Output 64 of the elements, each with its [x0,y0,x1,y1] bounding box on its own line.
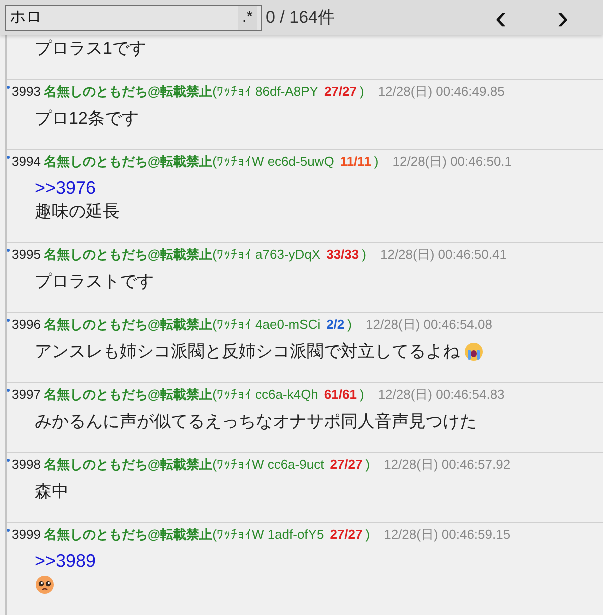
reply-anchor-link[interactable]: >>3976 [35,178,96,198]
poster-name: 名無しのともだち@転載禁止 [44,386,213,404]
poster-id[interactable]: (ﾜｯﾁｮｲ 86df-A8PY [212,82,318,102]
id-close-paren: ) [360,83,364,102]
post-body-text: プロラス1です [35,38,146,60]
post-body-text: プロ12条です [35,108,139,130]
post-count: 27/27 [330,526,363,544]
post-count: 27/27 [330,456,363,474]
post-bullet-icon [7,156,10,159]
post-date: 12/28(日) 00:46:49.85 [378,83,505,102]
post-date: 12/28(日) 00:46:54.83 [378,386,505,404]
post-count: 27/27 [324,83,357,102]
id-close-paren: ) [360,386,364,404]
poster-id[interactable]: (ﾜｯﾁｮｲ cc6a-k4Qh [212,385,318,405]
post-date: 12/28(日) 00:46:57.92 [384,456,511,474]
post-bullet-icon [7,389,10,392]
post-number[interactable]: 3994 [12,152,41,172]
poster-id[interactable]: (ﾜｯﾁｮｲW cc6a-9uct [212,455,324,475]
next-result-button[interactable]: › [545,2,581,32]
post-bullet-icon [7,86,10,89]
pleading-face-icon [35,575,55,595]
post-date: 12/28(日) 00:46:54.08 [366,316,492,334]
poster-id[interactable]: (ﾜｯﾁｮｲ 4ae0-mSCi [212,315,321,335]
poster-name: 名無しのともだち@転載禁止 [44,526,213,544]
post-bullet-icon [7,459,10,462]
id-close-paren: ) [366,456,370,474]
poster-id[interactable]: (ﾜｯﾁｮｲW ec6d-5uwQ [212,152,334,172]
post-body-text: アンスレも姉シコ派閥と反姉シコ派閥で対立してるよね [35,341,460,363]
post-date: 12/28(日) 00:46:59.15 [384,526,511,544]
poster-name: 名無しのともだち@転載禁止 [44,316,213,334]
previous-result-button[interactable]: ‹ [483,2,519,32]
post-count: 61/61 [324,386,357,404]
id-close-paren: ) [362,246,366,264]
poster-name: 名無しのともだち@転載禁止 [44,246,213,264]
post-bullet-icon [7,249,10,252]
post-number[interactable]: 3998 [12,455,41,475]
post-number[interactable]: 3993 [12,82,41,102]
poster-name: 名無しのともだち@転載禁止 [44,456,213,474]
poster-id[interactable]: (ﾜｯﾁｮｲW 1adf-ofY5 [212,525,324,545]
post-number[interactable]: 3997 [12,385,41,405]
search-field[interactable]: ホロ .* [5,4,262,30]
regex-toggle[interactable]: .* [238,6,257,30]
post-count: 2/2 [326,316,345,334]
id-close-paren: ) [348,316,352,334]
post-body-text: みかるんに声が似てるえっちなオナサポ同人音声見つけた [35,411,477,433]
poster-id[interactable]: (ﾜｯﾁｮｲ a763-yDqX [212,245,321,265]
post-body-text: プロラストです [35,271,154,293]
id-close-paren: ) [374,153,379,172]
post-date: 12/28(日) 00:46:50.41 [380,246,507,264]
post-number[interactable]: 3999 [12,525,41,545]
post-number[interactable]: 3995 [12,245,41,265]
post-number[interactable]: 3996 [12,315,41,335]
poster-name: 名無しのともだち@転載禁止 [44,153,213,172]
post-body-text: 森中 [35,481,69,503]
id-close-paren: ) [366,526,370,544]
post-count: 33/33 [326,246,360,264]
post-date: 12/28(日) 00:46:50.1 [392,153,512,172]
post-bullet-icon [7,529,10,532]
poster-name: 名無しのともだち@転載禁止 [44,83,213,102]
reply-anchor-link[interactable]: >>3989 [35,551,96,571]
post-count: 11/11 [340,153,372,172]
post-body-text: 趣味の延長 [35,201,120,223]
result-count: 0 / 164件 [266,6,335,29]
post-bullet-icon [7,319,10,322]
